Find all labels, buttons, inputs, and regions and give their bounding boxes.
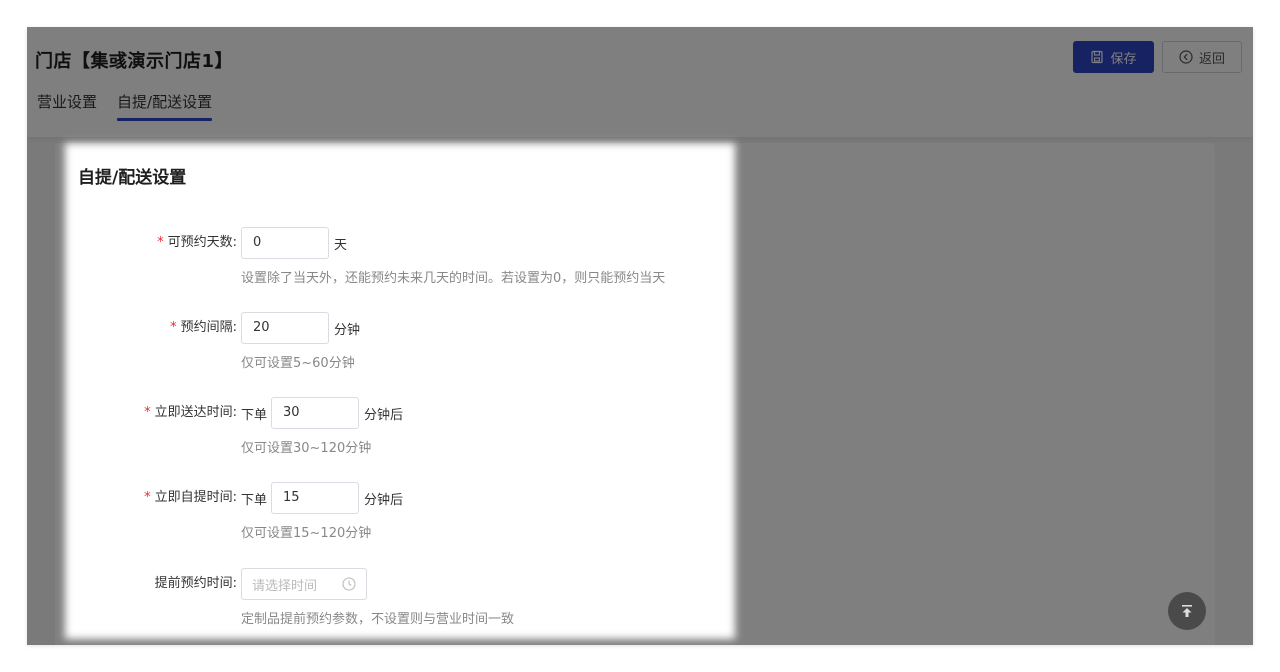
- field-hint: 仅可设置5~60分钟: [241, 356, 355, 371]
- save-button-label: 保存: [1110, 51, 1137, 67]
- field-hint: 定制品提前预约参数，不设置则与营业时间一致: [241, 612, 515, 627]
- field-label: * 立即自提时间:: [55, 482, 237, 514]
- app-frame: 门店【集彧演示门店1】 营业设置 自提/配送设置 保存 返回 自提/配送设置 *…: [27, 27, 1253, 645]
- back-circle-icon: [1179, 50, 1193, 64]
- field-label-text: 提前预约时间:: [154, 576, 237, 591]
- unit-label: 天: [334, 237, 348, 253]
- back-to-top-button[interactable]: [1168, 592, 1206, 630]
- back-button-label: 返回: [1198, 51, 1225, 67]
- field-control: 0 天: [241, 227, 347, 259]
- tab-bar: 营业设置 自提/配送设置: [37, 91, 232, 123]
- save-button[interactable]: 保存: [1073, 41, 1154, 73]
- field-label-text: 预约间隔:: [180, 320, 237, 335]
- field-label-text: 立即自提时间:: [154, 490, 237, 505]
- field-label-text: 可预约天数:: [167, 235, 237, 250]
- page-header: 门店【集彧演示门店1】 营业设置 自提/配送设置 保存 返回: [27, 27, 1253, 137]
- field-label: * 可预约天数:: [55, 227, 237, 259]
- unit-label: 分钟: [334, 322, 361, 338]
- unit-label: 分钟后: [364, 492, 404, 508]
- prefix-label: 下单: [241, 407, 268, 423]
- field-control: 下单 15 分钟后: [241, 482, 403, 514]
- bookable-days-input[interactable]: 0: [241, 227, 329, 259]
- field-label: * 立即送达时间:: [55, 397, 237, 429]
- back-button[interactable]: 返回: [1162, 41, 1242, 73]
- tab-business-settings[interactable]: 营业设置: [37, 91, 97, 121]
- instant-delivery-time-input[interactable]: 30: [271, 397, 360, 429]
- field-control: 请选择时间: [241, 568, 367, 600]
- field-hint: 仅可设置15~120分钟: [241, 526, 372, 541]
- booking-interval-input[interactable]: 20: [241, 312, 329, 344]
- field-hint: 仅可设置30~120分钟: [241, 441, 372, 456]
- unit-label: 分钟后: [364, 407, 404, 423]
- required-mark: *: [144, 405, 151, 420]
- required-mark: *: [170, 320, 177, 335]
- field-hint: 设置除了当天外，还能预约未来几天的时间。若设置为0，则只能预约当天: [241, 271, 666, 286]
- advance-booking-time-picker[interactable]: 请选择时间: [241, 568, 367, 600]
- prefix-label: 下单: [241, 492, 268, 508]
- page-title: 门店【集彧演示门店1】: [35, 51, 234, 72]
- settings-card: 自提/配送设置 * 可预约天数: 0 天 设置除了当天外，还能预约未来几天的时间。…: [55, 143, 1215, 645]
- tab-pickup-delivery-settings[interactable]: 自提/配送设置: [117, 91, 213, 121]
- required-mark: *: [157, 235, 164, 250]
- card-title: 自提/配送设置: [78, 168, 187, 188]
- required-mark: *: [144, 490, 151, 505]
- time-picker-placeholder: 请选择时间: [252, 578, 318, 594]
- field-label-text: 立即送达时间:: [154, 405, 237, 420]
- clock-icon: [342, 577, 356, 591]
- field-label: 提前预约时间:: [55, 568, 237, 600]
- back-to-top-icon: [1182, 605, 1192, 617]
- field-control: 20 分钟: [241, 312, 360, 344]
- field-label: * 预约间隔:: [55, 312, 237, 344]
- save-icon: [1091, 50, 1104, 64]
- instant-pickup-time-input[interactable]: 15: [271, 482, 360, 514]
- field-control: 下单 30 分钟后: [241, 397, 403, 429]
